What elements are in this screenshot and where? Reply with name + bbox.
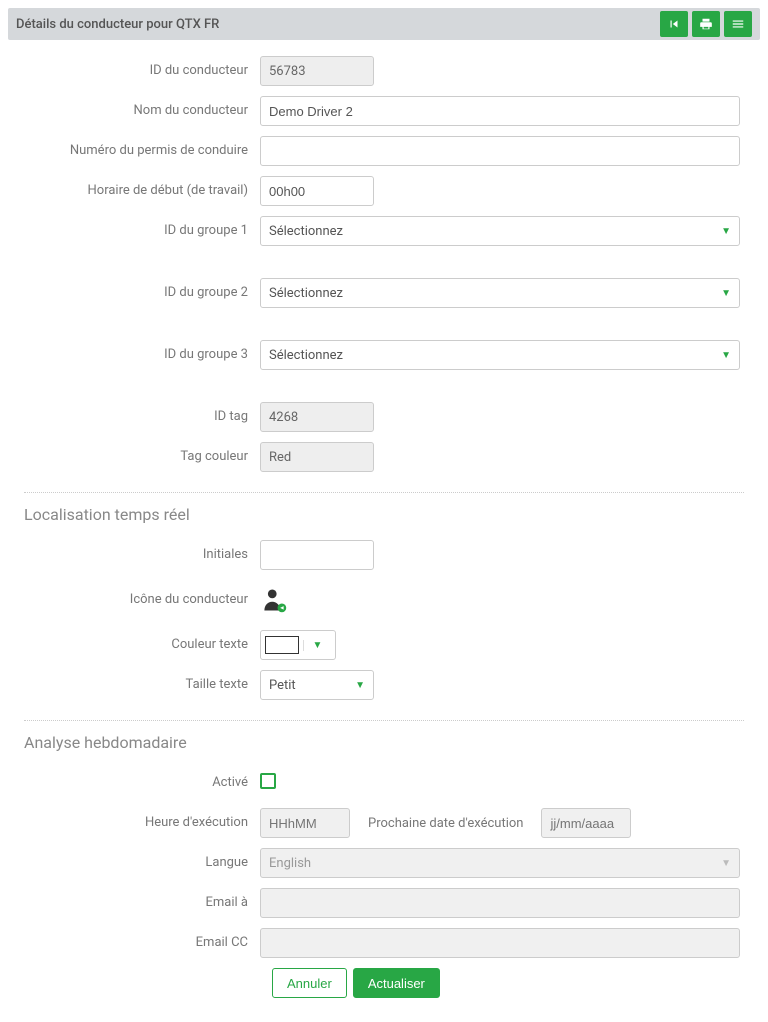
email-cc-input[interactable] [260,928,740,958]
print-icon [699,17,713,31]
label-exec-time: Heure d'exécution [24,815,260,832]
license-input[interactable] [260,136,740,166]
label-driver-id: ID du conducteur [24,63,260,80]
label-tag-color: Tag couleur [24,449,260,466]
group3-select[interactable]: Sélectionnez▼ [260,340,740,370]
page-title: Détails du conducteur pour QTX FR [16,17,656,32]
label-text-size: Taille texte [24,677,260,694]
exec-time-input[interactable] [260,808,350,838]
id-tag-field: 4268 [260,402,374,432]
chevron-down-icon: ▼ [303,640,331,651]
group2-select[interactable]: Sélectionnez▼ [260,278,740,308]
label-language: Langue [24,855,260,872]
chevron-down-icon: ▼ [721,858,731,869]
update-button[interactable]: Actualiser [353,968,440,998]
next-exec-input[interactable] [541,808,631,838]
label-group2: ID du groupe 2 [24,278,260,302]
label-driver-name: Nom du conducteur [24,103,260,120]
label-email-cc: Email CC [24,935,260,952]
label-group3: ID du groupe 3 [24,340,260,364]
text-size-select[interactable]: Petit▼ [260,670,374,700]
skip-back-icon [667,17,681,31]
tag-color-field: Red [260,442,374,472]
label-license: Numéro du permis de conduire [24,143,260,160]
driver-icon-picker[interactable] [260,586,744,614]
page-header: Détails du conducteur pour QTX FR [8,8,760,40]
label-enabled: Activé [24,775,260,792]
cancel-button[interactable]: Annuler [272,968,347,998]
driver-id-field: 56783 [260,56,374,86]
label-group1: ID du groupe 1 [24,216,260,240]
color-swatch [265,636,299,654]
email-to-input[interactable] [260,888,740,918]
chevron-down-icon: ▼ [721,288,731,299]
label-initials: Initiales [24,547,260,564]
label-next-exec: Prochaine date d'exécution [368,816,523,831]
section-weekly-title: Analyse hebdomadaire [24,733,744,752]
label-text-color: Couleur texte [24,637,260,654]
label-start-time: Horaire de début (de travail) [24,183,260,200]
chevron-down-icon: ▼ [721,350,731,361]
label-driver-icon: Icône du conducteur [24,592,260,609]
person-icon [260,586,288,614]
enabled-checkbox[interactable] [260,773,276,789]
text-color-picker[interactable]: ▼ [260,630,336,660]
language-select[interactable]: English▼ [260,848,740,878]
chevron-down-icon: ▼ [355,680,365,691]
start-time-input[interactable] [260,176,374,206]
menu-button[interactable] [724,11,752,37]
label-id-tag: ID tag [24,409,260,426]
back-button[interactable] [660,11,688,37]
section-realtime-title: Localisation temps réel [24,505,744,524]
initials-input[interactable] [260,540,374,570]
menu-icon [731,17,745,31]
group1-select[interactable]: Sélectionnez▼ [260,216,740,246]
driver-name-input[interactable] [260,96,740,126]
print-button[interactable] [692,11,720,37]
chevron-down-icon: ▼ [721,226,731,237]
label-email-to: Email à [24,895,260,912]
